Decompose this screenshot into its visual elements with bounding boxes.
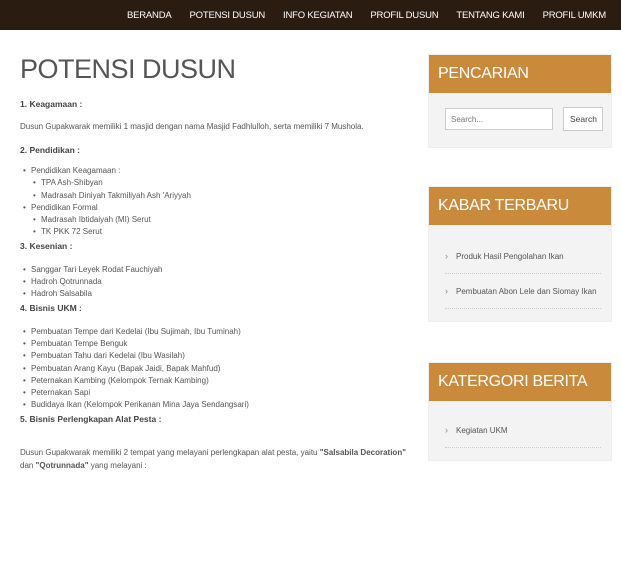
paragraph: Dusun Gupakwarak memiliki 2 tempat yang … — [20, 446, 410, 472]
list-item: Pembuatan Arang Kayu (Bapak Jaidi, Bapak… — [23, 363, 410, 376]
list: Pendidikan Keagamaan : — [20, 165, 410, 178]
category-link-label: Kegiatan UKM — [456, 425, 508, 435]
main-content: POTENSI DUSUN 1. Keagamaan : Dusun Gupak… — [20, 36, 410, 472]
chevron-right-icon: › — [445, 286, 448, 296]
nav-tentang-kami[interactable]: TENTANG KAMI — [447, 10, 533, 21]
news-list: › Produk Hasil Pengolahan Ikan › Pembuatan… — [429, 225, 611, 321]
category-link[interactable]: › Kegiatan UKM — [445, 413, 601, 448]
main-nav: BERANDA POTENSI DUSUN INFO KEGIATAN PROF… — [118, 0, 615, 30]
section-title: 1. Keagamaan : — [20, 99, 83, 109]
list-item: Budidaya Ikan (Kelompok Perikanan Mina J… — [23, 399, 410, 412]
list: Madrasah Ibtidaiyah (MI) Serut TK PKK 72… — [20, 214, 410, 239]
list-item: Pendidikan Keagamaan : — [23, 165, 410, 178]
widget-title: KATERGORI BERITA — [429, 363, 611, 401]
list-item: Madrasah Diniyah Takmiliyah Ash 'Ariyyah — [33, 190, 410, 203]
bold-text: "Salsabila Decoration" — [319, 447, 406, 457]
list-item: Peternakan Kambing (Kelompok Ternak Kamb… — [23, 375, 410, 388]
news-link-label: Pembuatan Abon Lele dan Siomay Ikan — [456, 286, 597, 296]
chevron-right-icon: › — [445, 251, 448, 261]
nav-profil-dusun[interactable]: PROFIL DUSUN — [361, 10, 447, 21]
category-widget: KATERGORI BERITA › Kegiatan UKM — [428, 362, 612, 461]
text: yang melayani : — [88, 460, 147, 470]
text: dan — [20, 460, 36, 470]
list: Pendidikan Formal — [20, 202, 410, 215]
widget-title: PENCARIAN — [429, 55, 611, 93]
text: Dusun Gupakwarak memiliki 2 tempat yang … — [20, 447, 320, 457]
list-item: Hadroh Qotrunnada — [23, 276, 410, 289]
list: Sanggar Tari Leyek Rodat Fauchiyah Hadro… — [20, 264, 410, 301]
widget-title: KABAR TERBARU — [429, 187, 611, 225]
search-widget: PENCARIAN Search — [428, 54, 612, 148]
list-item: TK PKK 72 Serut — [33, 226, 410, 239]
list-item: Pembuatan Tempe dari Kedelai (Ibu Sujima… — [23, 326, 410, 339]
chevron-right-icon: › — [445, 425, 448, 435]
list-item: Hadroh Salsabila — [23, 288, 410, 301]
news-link[interactable]: › Produk Hasil Pengolahan Ikan — [445, 239, 601, 274]
list-item: Peternakan Sapi — [23, 387, 410, 400]
page-title: POTENSI DUSUN — [20, 54, 236, 84]
nav-profil-umkm[interactable]: PROFIL UMKM — [534, 10, 615, 21]
nav-potensi-dusun[interactable]: POTENSI DUSUN — [181, 10, 275, 21]
list-item: Sanggar Tari Leyek Rodat Fauchiyah — [23, 264, 410, 277]
search-input[interactable] — [445, 108, 553, 130]
list-item: Pembuatan Tahu dari Kedelai (Ibu Wasilah… — [23, 350, 410, 363]
list: Pembuatan Tempe dari Kedelai (Ibu Sujima… — [20, 326, 410, 412]
list: TPA Ash-Shibyan Madrasah Diniyah Takmili… — [20, 177, 410, 202]
news-link[interactable]: › Pembuatan Abon Lele dan Siomay Ikan — [445, 274, 601, 309]
list-item: Pembuatan Tempe Benguk — [23, 338, 410, 351]
news-link-label: Produk Hasil Pengolahan Ikan — [456, 251, 564, 261]
section-title: 5. Bisnis Perlengkapan Alat Pesta : — [20, 413, 162, 424]
section-title: 2. Pendidikan : — [20, 145, 80, 155]
search-form: Search — [429, 93, 611, 147]
nav-info-kegiatan[interactable]: INFO KEGIATAN — [274, 10, 361, 21]
top-navbar: BERANDA POTENSI DUSUN INFO KEGIATAN PROF… — [0, 0, 621, 30]
search-button[interactable]: Search — [563, 107, 603, 131]
sidebar: PENCARIAN Search KABAR TERBARU › Produk H… — [428, 54, 612, 461]
category-list: › Kegiatan UKM — [429, 401, 611, 460]
section-title: 3. Kesenian : — [20, 240, 73, 251]
list-item: Madrasah Ibtidaiyah (MI) Serut — [33, 214, 410, 227]
section-title: 4. Bisnis UKM : — [20, 302, 82, 313]
nav-beranda[interactable]: BERANDA — [118, 10, 181, 21]
list-item: Pendidikan Formal — [23, 202, 410, 215]
bold-text: "Qotrunnada" — [35, 460, 89, 470]
news-widget: KABAR TERBARU › Produk Hasil Pengolahan I… — [428, 186, 612, 322]
paragraph: Dusun Gupakwarak memiliki 1 masjid denga… — [20, 122, 364, 131]
list-item: TPA Ash-Shibyan — [33, 177, 410, 190]
